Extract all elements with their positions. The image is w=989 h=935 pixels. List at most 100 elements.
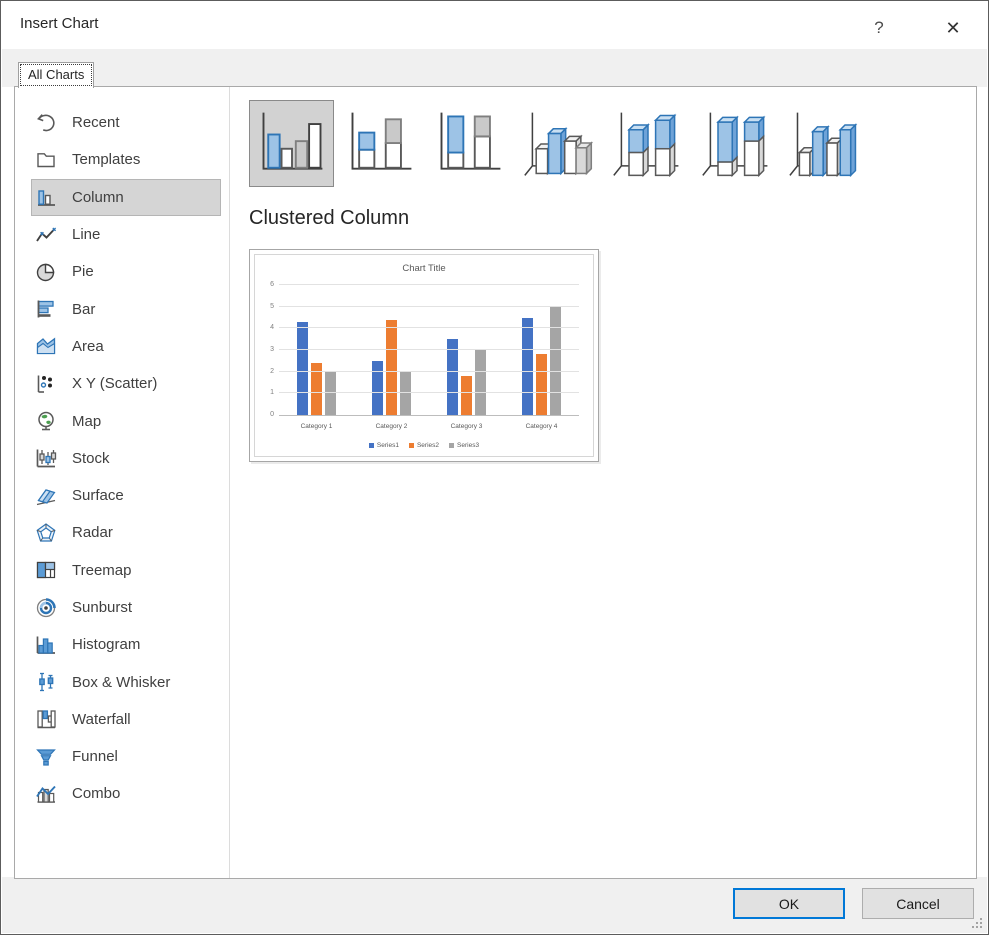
sidebar-item-label: Pie — [72, 263, 94, 280]
subtype-thumbnail-clustered-column[interactable] — [249, 100, 334, 187]
sidebar-item-label: Funnel — [72, 748, 118, 765]
gridline — [279, 349, 579, 350]
scatter-icon — [34, 373, 58, 395]
3d-stacked-column-thumb-icon — [610, 105, 686, 183]
sidebar-item-box-whisker[interactable]: Box & Whisker — [31, 663, 221, 700]
sidebar-item-column[interactable]: Column — [31, 179, 221, 216]
x-axis-category-label: Category 4 — [504, 423, 579, 430]
sidebar-item-pie[interactable]: Pie — [31, 253, 221, 290]
content-pane: Recent Templates Column Line Pie Bar Area X Y (… — [14, 86, 977, 879]
chart-legend: Series1Series2Series3 — [255, 442, 593, 449]
bar-series2 — [386, 320, 397, 415]
sunburst-icon — [34, 597, 58, 619]
gridline — [279, 284, 579, 285]
y-axis-tick-label: 5 — [270, 303, 274, 310]
legend-swatch — [409, 443, 414, 448]
sidebar-item-label: Map — [72, 413, 101, 430]
sidebar-item-area[interactable]: Area — [31, 328, 221, 365]
sidebar-item-label: Templates — [72, 151, 140, 168]
cancel-button[interactable]: Cancel — [862, 888, 974, 919]
subtype-heading: Clustered Column — [249, 207, 409, 230]
y-axis-tick-label: 0 — [270, 411, 274, 418]
sidebar-item-stock[interactable]: Stock — [31, 440, 221, 477]
gridline — [279, 327, 579, 328]
sidebar-item-label: Area — [72, 338, 104, 355]
sidebar-item-label: Stock — [72, 450, 110, 467]
sidebar-item-label: Recent — [72, 114, 120, 131]
sidebar-item-label: X Y (Scatter) — [72, 375, 157, 392]
help-button[interactable]: ? — [862, 12, 896, 42]
sidebar-item-sunburst[interactable]: Sunburst — [31, 589, 221, 626]
legend-item: Series2 — [409, 442, 439, 449]
subtype-thumbnail-100pct-stacked-column[interactable] — [427, 100, 512, 187]
bar-group — [504, 285, 579, 415]
subtype-thumbnail-3d-100pct-stacked-column[interactable] — [694, 100, 779, 187]
sidebar-item-line[interactable]: Line — [31, 216, 221, 253]
subtype-thumbnail-3d-stacked-column[interactable] — [605, 100, 690, 187]
sidebar: Recent Templates Column Line Pie Bar Area X Y (… — [15, 87, 230, 878]
main-area: Clustered Column Chart Title 0123456 Cat… — [231, 87, 976, 878]
sidebar-item-histogram[interactable]: Histogram — [31, 626, 221, 663]
sidebar-item-label: Waterfall — [72, 711, 131, 728]
3d-clustered-column-thumb-icon — [521, 105, 597, 183]
sidebar-item-templates[interactable]: Templates — [31, 141, 221, 178]
y-axis-tick-label: 6 — [270, 281, 274, 288]
y-axis-tick-label: 4 — [270, 324, 274, 331]
line-icon — [34, 224, 58, 246]
sidebar-item-bar[interactable]: Bar — [31, 290, 221, 327]
resize-grip-icon[interactable] — [970, 916, 984, 930]
ok-button[interactable]: OK — [733, 888, 845, 919]
sidebar-item-map[interactable]: Map — [31, 402, 221, 439]
sidebar-item-treemap[interactable]: Treemap — [31, 552, 221, 589]
legend-item: Series3 — [449, 442, 479, 449]
pie-icon — [34, 261, 58, 283]
subtype-thumbnail-3d-column[interactable] — [783, 100, 868, 187]
waterfall-icon — [34, 708, 58, 730]
bar-series2 — [461, 376, 472, 415]
bar-series1 — [372, 361, 383, 415]
x-axis-category-label: Category 3 — [429, 423, 504, 430]
chart-preview-box[interactable]: Chart Title 0123456 Category 1Category 2… — [249, 249, 599, 462]
x-axis-category-label: Category 1 — [279, 423, 354, 430]
y-axis-tick-label: 1 — [270, 389, 274, 396]
sidebar-item-label: Bar — [72, 301, 95, 318]
3d-column-thumb-icon — [788, 105, 864, 183]
bar-group — [279, 285, 354, 415]
histogram-icon — [34, 634, 58, 656]
subtype-thumbnail-stacked-column[interactable] — [338, 100, 423, 187]
tab-all-charts[interactable]: All Charts — [18, 62, 94, 88]
y-axis-tick-label: 3 — [270, 346, 274, 353]
sidebar-item-label: Treemap — [72, 562, 131, 579]
funnel-icon — [34, 746, 58, 768]
insert-chart-dialog: Insert Chart ? ✕ All Charts RecentTempla… — [0, 0, 989, 935]
sidebar-item-xy-scatter[interactable]: X Y (Scatter) — [31, 365, 221, 402]
close-button[interactable]: ✕ — [936, 12, 970, 42]
sidebar-item-radar[interactable]: Radar — [31, 514, 221, 551]
sidebar-item-label: Combo — [72, 785, 120, 802]
chart-preview: Chart Title 0123456 Category 1Category 2… — [254, 254, 594, 457]
sidebar-item-label: Sunburst — [72, 599, 132, 616]
sidebar-item-surface[interactable]: Surface — [31, 477, 221, 514]
stacked-column-thumb-icon — [343, 105, 419, 183]
legend-label: Series3 — [457, 442, 479, 449]
sidebar-item-label: Column — [72, 189, 124, 206]
x-axis-labels: Category 1Category 2Category 3Category 4 — [279, 423, 579, 430]
sidebar-item-recent[interactable]: Recent — [31, 104, 221, 141]
sidebar-item-funnel[interactable]: Funnel — [31, 738, 221, 775]
bar-series3 — [550, 307, 561, 415]
column-icon — [34, 186, 58, 208]
sidebar-item-waterfall[interactable]: Waterfall — [31, 701, 221, 738]
map-icon — [34, 410, 58, 432]
combo-icon — [34, 783, 58, 805]
sidebar-item-label: Radar — [72, 524, 113, 541]
bar-icon — [34, 298, 58, 320]
recent-icon — [34, 112, 58, 134]
plot-area: 0123456 — [279, 285, 579, 416]
bar-series1 — [297, 322, 308, 415]
treemap-icon — [34, 559, 58, 581]
templates-icon — [34, 149, 58, 171]
subtype-thumbnail-3d-clustered-column[interactable] — [516, 100, 601, 187]
sidebar-item-combo[interactable]: Combo — [31, 775, 221, 812]
bar-series1 — [522, 318, 533, 416]
bar-group — [429, 285, 504, 415]
